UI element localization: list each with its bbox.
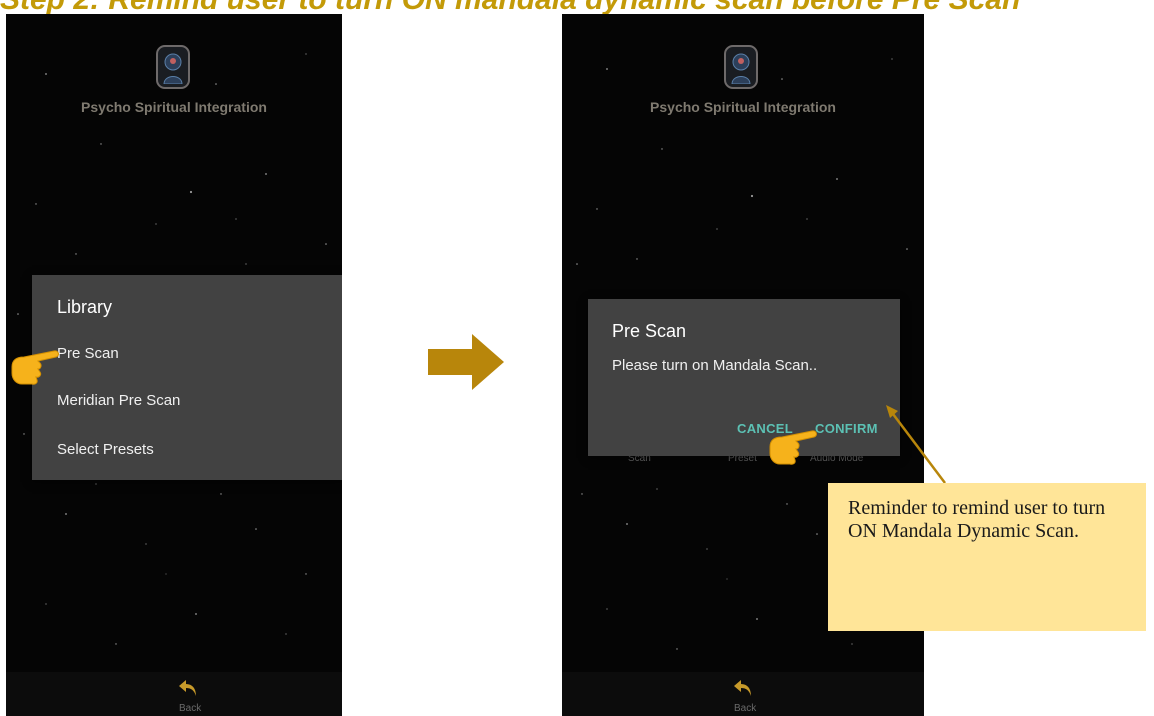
reminder-callout: Reminder to remind user to turn ON Manda…: [828, 483, 1146, 631]
reminder-callout-text: Reminder to remind user to turn ON Manda…: [848, 497, 1106, 542]
